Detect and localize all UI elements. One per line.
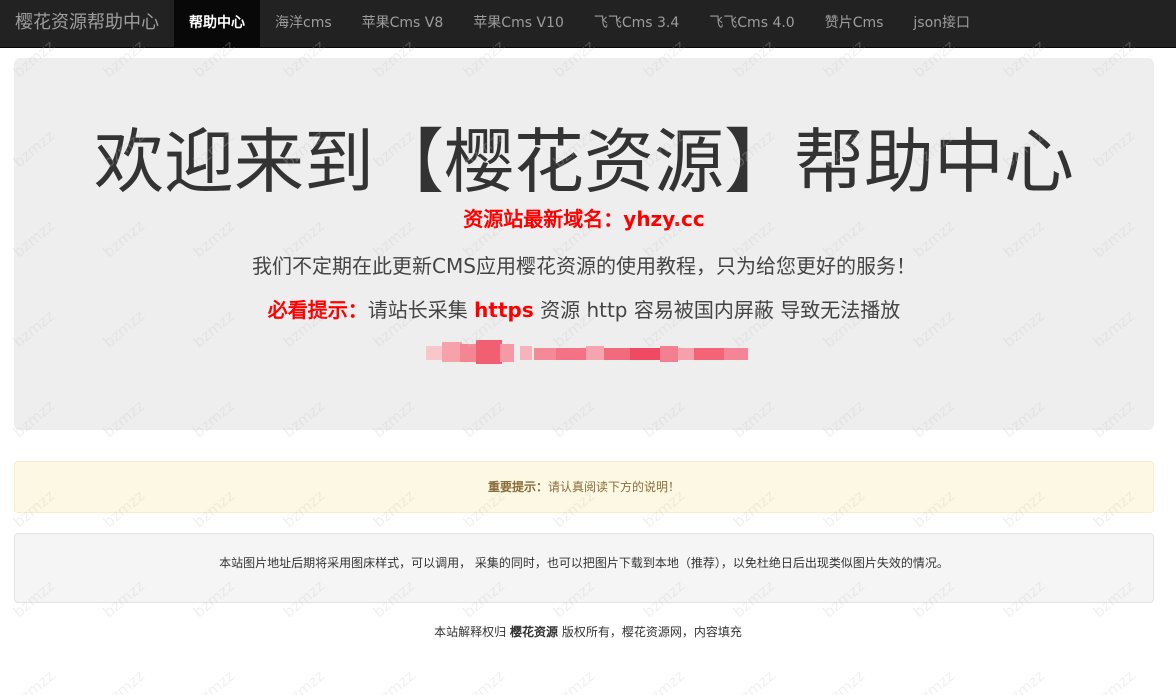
watermark-text: bzmzz [189, 666, 238, 695]
jumbotron: 欢迎来到【樱花资源】帮助中心 资源站最新域名：yhzy.cc 我们不定期在此更新… [14, 58, 1154, 430]
image-notice-panel: 本站图片地址后期将采用图床样式，可以调用， 采集的同时，也可以把图片下载到本地（… [14, 533, 1154, 603]
nav-item-help-center[interactable]: 帮助中心 [174, 0, 260, 47]
watermark-text: bzmzz [99, 666, 148, 695]
watermark-text: bzmzz [369, 666, 418, 695]
watermark-text: bzmzz [819, 666, 868, 695]
watermark-text: bzmzz [279, 666, 328, 695]
page-title: 欢迎来到【樱花资源】帮助中心 [94, 121, 1074, 203]
alert-text: 请认真阅读下方的说明！ [548, 480, 681, 494]
nav-item-maccms-v10[interactable]: 苹果Cms V10 [458, 0, 579, 47]
nav-item-maccms-v8[interactable]: 苹果Cms V8 [347, 0, 459, 47]
tip-text-1: 请站长采集 [367, 298, 475, 322]
watermark-text: bzmzz [9, 666, 58, 695]
nav-item-seacms[interactable]: 海洋cms [260, 0, 347, 47]
navbar-menu: 帮助中心 海洋cms 苹果Cms V8 苹果Cms V10 飞飞Cms 3.4 … [174, 0, 985, 47]
nav-item-feifeicms-40[interactable]: 飞飞Cms 4.0 [694, 0, 809, 47]
tip-text-2: 资源 http 容易被国内屏蔽 导致无法播放 [533, 298, 901, 322]
tip-label: 必看提示： [267, 298, 368, 322]
tip-https: https [474, 298, 534, 322]
footer-prefix: 本站解释权归 [434, 625, 510, 639]
page-description: 我们不定期在此更新CMS应用樱花资源的使用教程，只为给您更好的服务！ [252, 254, 916, 278]
watermark-text: bzmzz [909, 666, 958, 695]
watermark-text: bzmzz [459, 666, 508, 695]
image-notice-text: 本站图片地址后期将采用图床样式，可以调用， 采集的同时，也可以把图片下载到本地（… [219, 556, 949, 570]
important-notice-alert: 重要提示：请认真阅读下方的说明！ [14, 461, 1154, 513]
nav-item-json-api[interactable]: json接口 [898, 0, 985, 47]
alert-label: 重要提示： [487, 480, 548, 494]
watermark-text: bzmzz [639, 666, 688, 695]
must-read-tip: 必看提示：请站长采集 https 资源 http 容易被国内屏蔽 导致无法播放 [14, 296, 1154, 324]
pixelated-redacted-text [426, 340, 750, 366]
watermark-text: bzmzz [1089, 666, 1138, 695]
watermark-text: bzmzz [999, 666, 1048, 695]
watermark-text: bzmzz [549, 666, 598, 695]
footer: 本站解释权归 樱花资源 版权所有，樱花资源网，内容填充 [0, 622, 1176, 642]
top-navbar: 樱花资源帮助中心 帮助中心 海洋cms 苹果Cms V8 苹果Cms V10 飞… [0, 0, 1176, 48]
footer-suffix: 版权所有，樱花资源网，内容填充 [558, 625, 742, 639]
navbar-brand[interactable]: 樱花资源帮助中心 [0, 0, 174, 47]
footer-brand: 樱花资源 [509, 625, 558, 639]
nav-item-zanpiancms[interactable]: 赞片Cms [810, 0, 899, 47]
nav-item-feifeicms-34[interactable]: 飞飞Cms 3.4 [579, 0, 694, 47]
domain-notice: 资源站最新域名：yhzy.cc [463, 207, 705, 231]
watermark-text: bzmzz [729, 666, 778, 695]
